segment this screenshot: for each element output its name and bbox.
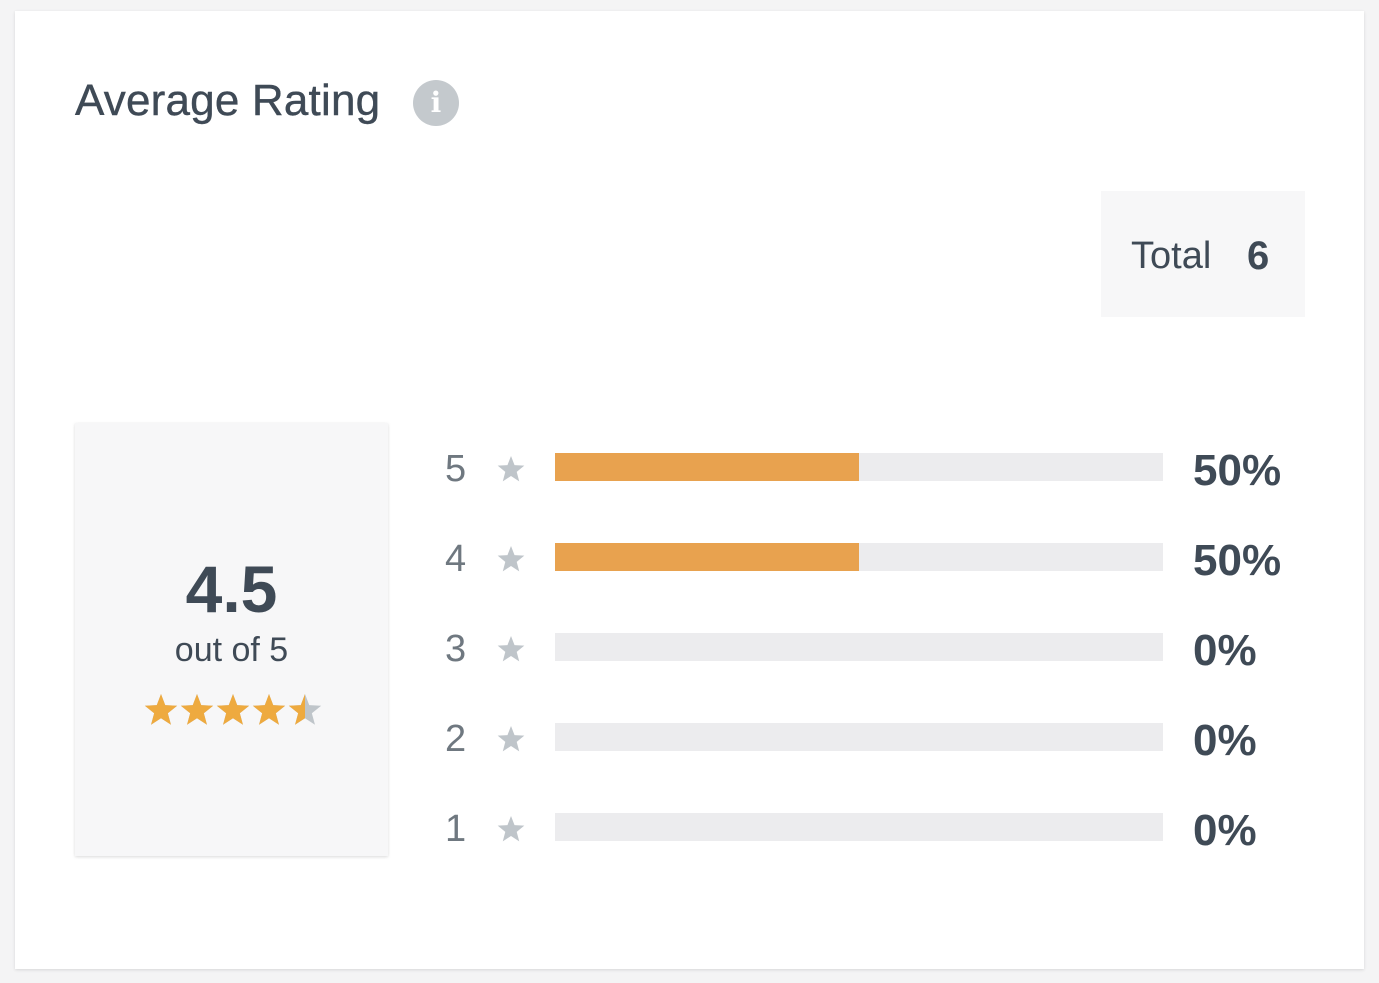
- star-icon: [497, 546, 525, 572]
- card-title: Average Rating: [75, 76, 381, 125]
- average-subtitle: out of 5: [174, 631, 289, 669]
- total-label: Total: [1131, 235, 1212, 277]
- rating-row-percent: 50%: [1193, 536, 1282, 585]
- rating-row-3: 3 0%: [445, 621, 1325, 681]
- total-value: 6: [1247, 234, 1270, 278]
- rating-row-percent: 0%: [1193, 716, 1257, 765]
- rating-row-label: 2: [445, 718, 467, 760]
- total-box: Total 6: [1101, 191, 1305, 317]
- average-score-box: 4.5 out of 5: [75, 423, 388, 856]
- rating-row-5: 5 50%: [445, 441, 1325, 501]
- rating-row-label: 4: [445, 538, 467, 580]
- rating-row-label: 3: [445, 628, 467, 670]
- star-icon: [497, 726, 525, 752]
- info-icon[interactable]: i: [413, 80, 459, 126]
- rating-bar-track: [555, 723, 1163, 751]
- rating-star-filled-icon: [216, 694, 250, 725]
- rating-row-percent: 0%: [1193, 806, 1257, 855]
- rating-row-label: 1: [445, 808, 467, 850]
- rating-row-4: 4 50%: [445, 531, 1325, 591]
- star-icon: [497, 816, 525, 842]
- rating-row-percent: 0%: [1193, 626, 1257, 675]
- rating-bar-fill: [555, 453, 859, 481]
- rating-bar-track: [555, 543, 1163, 571]
- rating-bar-track: [555, 633, 1163, 661]
- rating-bar-track: [555, 813, 1163, 841]
- star-icon: [497, 456, 525, 482]
- rating-row-1: 1 0%: [445, 801, 1325, 861]
- rating-bar-fill: [555, 543, 859, 571]
- average-stars: [144, 694, 322, 725]
- rating-row-2: 2 0%: [445, 711, 1325, 771]
- rating-bar-track: [555, 453, 1163, 481]
- average-value: 4.5: [185, 552, 278, 626]
- average-rating-card: Average Rating i Total 6 4.5 out of 5 55…: [15, 11, 1364, 969]
- rating-star-filled-icon: [252, 694, 286, 725]
- rating-star-filled-icon: [144, 694, 178, 725]
- star-icon: [497, 636, 525, 662]
- rating-row-label: 5: [445, 448, 467, 490]
- rating-row-percent: 50%: [1193, 446, 1282, 495]
- rating-star-filled-icon: [180, 694, 214, 725]
